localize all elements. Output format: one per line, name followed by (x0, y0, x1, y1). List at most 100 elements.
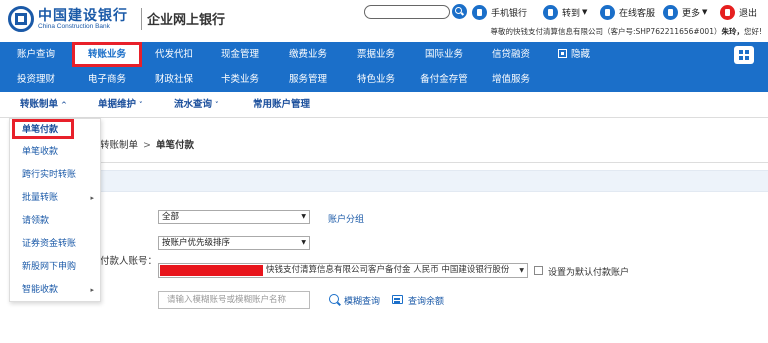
dropdown-arrow-icon: ▼ (519, 267, 524, 274)
breadcrumb-parent[interactable]: 转账制单 (100, 140, 138, 151)
divider (100, 162, 768, 163)
menu-item-batch-transfer[interactable]: 批量转账 ▸ (10, 188, 100, 208)
chevron-down-icon: ▼ (582, 8, 588, 16)
breadcrumb: 转账制单 > 单笔付款 (100, 137, 194, 151)
chevron-down-icon: ▼ (702, 8, 708, 16)
greeting-user-name: 朱玲， (721, 27, 744, 36)
payer-account-select[interactable]: 快钱支付清算信息有限公司客户备付金 人民币 中国建设银行股份 ▼ (158, 263, 528, 278)
highlight-box (12, 119, 74, 139)
dropdown-arrow-icon: ▼ (301, 213, 306, 220)
go-to-icon (543, 4, 558, 20)
customer-service-icon (600, 4, 615, 20)
subnav-label: 流水查询 (174, 99, 213, 110)
nav-item-credit-finance[interactable]: 信贷融资 (478, 42, 544, 67)
subnav-frequent-accounts[interactable]: 常用账户管理 (253, 92, 310, 118)
payer-account-label: 付款人账号： (100, 256, 158, 267)
payer-account-value: 快钱支付清算信息有限公司客户备付金 人民币 中国建设银行股份 (266, 265, 510, 275)
more-button[interactable]: 更多 ▼ (663, 4, 707, 20)
fuzzy-search-button[interactable]: 模糊查询 (344, 294, 380, 307)
default-account-checkbox[interactable] (534, 266, 543, 275)
go-to-label: 转到 (562, 8, 581, 19)
subnav-label: 常用账户管理 (253, 99, 311, 110)
menu-item-claim-payment[interactable]: 请领款 (10, 211, 100, 231)
sub-nav: 转账制单 ^ 单据维护 ˅ 流水查询 ˅ 常用账户管理 (0, 92, 768, 118)
chevron-down-icon: ˅ (139, 101, 143, 109)
nav-item-fiscal-social[interactable]: 财政社保 (142, 67, 206, 92)
menu-item-single-collection[interactable]: 单笔收款 (10, 142, 100, 162)
nav-item-account-query[interactable]: 账户查询 (0, 42, 72, 67)
menu-item-ipo-subscription[interactable]: 新股网下申购 (10, 257, 100, 277)
mobile-bank-label: 手机银行 (491, 8, 528, 19)
mobile-bank-button[interactable]: 手机银行 (472, 4, 527, 20)
account-group-select-value: 全部 (162, 212, 180, 222)
account-group-link[interactable]: 账户分组 (328, 212, 364, 225)
main-nav-row-1: 账户查询 转账业务 代发代扣 现金管理 缴费业务 票据业务 国际业务 信贷融资 … (0, 42, 604, 67)
online-service-label: 在线客服 (619, 8, 656, 19)
transfer-voucher-dropdown: 单笔付款 单笔收款 跨行实时转账 批量转账 ▸ 请领款 证券资金转账 新股网下申购… (9, 118, 101, 302)
search-icon[interactable] (452, 4, 467, 19)
nav-item-hide[interactable]: 隐藏 (544, 42, 604, 67)
breadcrumb-current: 单笔付款 (155, 140, 194, 151)
nav-item-bill-payment[interactable]: 缴费业务 (274, 42, 342, 67)
nav-item-service-management[interactable]: 服务管理 (274, 67, 342, 92)
greeting-suffix: 您好! (743, 27, 762, 36)
menu-item-interbank-realtime[interactable]: 跨行实时转账 (10, 165, 100, 185)
default-account-label: 设置为默认付款账户 (548, 268, 630, 278)
nav-item-transfer[interactable]: 转账业务 (72, 42, 142, 67)
chevron-right-icon: ▸ (90, 194, 94, 202)
section-header-band (100, 170, 768, 192)
menu-item-securities-transfer[interactable]: 证券资金转账 (10, 234, 100, 254)
account-group-select[interactable]: 全部 ▼ (158, 210, 310, 224)
grid-menu-icon[interactable] (734, 46, 754, 64)
nav-item-e-commerce[interactable]: 电子商务 (72, 67, 142, 92)
subnav-transaction-query[interactable]: 流水查询 ˅ (174, 92, 219, 118)
logout-label: 退出 (739, 8, 758, 19)
subnav-transfer-voucher[interactable]: 转账制单 ^ (20, 92, 67, 118)
bank-name-en: China Construction Bank (38, 23, 110, 30)
subnav-document-maintenance[interactable]: 单据维护 ˅ (98, 92, 143, 118)
nav-item-reserve-custody[interactable]: 备付金存管 (410, 67, 478, 92)
dropdown-arrow-icon: ▼ (301, 239, 306, 246)
site-name: 企业网上银行 (147, 13, 226, 28)
menu-item-smart-collection[interactable]: 智能收款 ▸ (10, 280, 100, 300)
breadcrumb-separator: > (143, 140, 151, 151)
query-balance-button[interactable]: 查询余额 (408, 294, 444, 307)
bank-name-cn: 中国建设银行 (38, 8, 128, 24)
mobile-phone-icon (472, 4, 487, 20)
ccb-logo-icon (8, 6, 34, 32)
nav-item-notes[interactable]: 票据业务 (342, 42, 410, 67)
subnav-label: 转账制单 (20, 99, 59, 110)
main-nav-row-2: 投资理财 电子商务 财政社保 卡类业务 服务管理 特色业务 备付金存管 增值服务 (0, 67, 544, 92)
global-search-input[interactable] (364, 5, 450, 19)
nav-item-cash-management[interactable]: 现金管理 (206, 42, 274, 67)
nav-item-featured[interactable]: 特色业务 (342, 67, 410, 92)
menu-item-label: 批量转账 (22, 193, 59, 203)
user-greeting: 尊敬的快钱支付清算信息有限公司（客户号:SHP762211656#001）朱玲，… (490, 26, 762, 37)
nav-item-investment[interactable]: 投资理财 (0, 67, 72, 92)
menu-item-label: 智能收款 (22, 285, 59, 295)
hide-label: 隐藏 (570, 49, 590, 60)
chevron-down-icon: ˅ (215, 101, 219, 109)
search-icon (329, 294, 339, 304)
more-icon (663, 4, 678, 20)
chevron-right-icon: ▸ (90, 286, 94, 294)
main-nav: 账户查询 转账业务 代发代扣 现金管理 缴费业务 票据业务 国际业务 信贷融资 … (0, 42, 768, 92)
power-icon (720, 4, 735, 20)
subnav-label: 单据维护 (98, 99, 137, 110)
hide-icon (557, 49, 567, 58)
logout-button[interactable]: 退出 (720, 4, 757, 20)
nav-item-card-services[interactable]: 卡类业务 (206, 67, 274, 92)
redaction-bar (160, 265, 263, 276)
balance-icon (392, 295, 403, 304)
more-label: 更多 (682, 8, 701, 19)
online-service-button[interactable]: 在线客服 (600, 4, 655, 20)
chevron-up-icon: ^ (61, 101, 67, 109)
go-to-button[interactable]: 转到 ▼ (543, 4, 587, 20)
header: 中国建设银行 China Construction Bank 企业网上银行 手机… (0, 0, 768, 42)
sort-order-select[interactable]: 按账户优先级排序 ▼ (158, 236, 310, 250)
nav-item-value-added[interactable]: 增值服务 (478, 67, 544, 92)
nav-item-international[interactable]: 国际业务 (410, 42, 478, 67)
account-search-input[interactable] (158, 291, 310, 309)
nav-item-payroll[interactable]: 代发代扣 (142, 42, 206, 67)
sort-order-select-value: 按账户优先级排序 (162, 238, 231, 248)
